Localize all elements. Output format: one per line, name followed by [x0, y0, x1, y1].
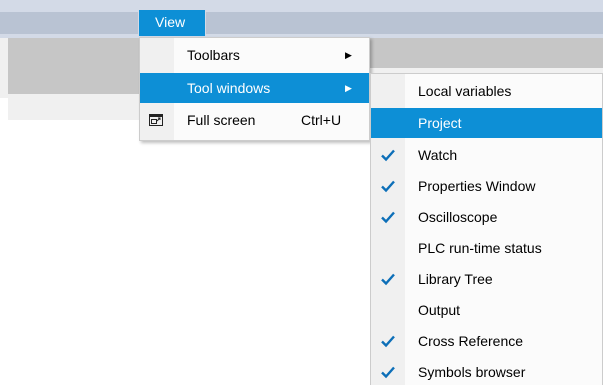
- menu-item-label: Tool windows: [187, 80, 271, 96]
- tool-windows-submenu: Local variables Project Watch Properties…: [370, 73, 603, 385]
- menu-item-toolbars[interactable]: Toolbars ▶: [140, 40, 369, 70]
- menu-bar-left-region: [0, 12, 138, 34]
- checkmark-icon: [381, 180, 395, 193]
- menu-item-full-screen[interactable]: Full screen Ctrl+U: [140, 105, 369, 135]
- checkmark-icon: [381, 211, 395, 224]
- menu-item-label: Output: [418, 302, 461, 318]
- menu-item-symbols-browser[interactable]: Symbols browser: [371, 357, 602, 387]
- menu-item-oscilloscope[interactable]: Oscilloscope: [371, 202, 602, 232]
- checkmark-icon: [381, 149, 395, 162]
- menu-item-output[interactable]: Output: [371, 295, 602, 325]
- menu-item-label: Properties Window: [418, 178, 536, 194]
- menu-item-plc-run-time-status[interactable]: PLC run-time status: [371, 233, 602, 263]
- menu-item-label: Full screen: [187, 112, 256, 128]
- menu-item-watch[interactable]: Watch: [371, 140, 602, 170]
- submenu-arrow-icon: ▶: [345, 49, 352, 60]
- menu-item-local-variables[interactable]: Local variables: [371, 76, 602, 106]
- toolbar-panel: [370, 38, 603, 68]
- menu-item-project[interactable]: Project: [371, 108, 602, 138]
- workspace-pane: [140, 98, 370, 385]
- menu-item-properties-window[interactable]: Properties Window: [371, 171, 602, 201]
- toolbar-panel: [8, 38, 140, 94]
- menu-item-cross-reference[interactable]: Cross Reference: [371, 326, 602, 356]
- menu-bar-right-region: [206, 12, 603, 34]
- menu-item-label: Local variables: [418, 83, 512, 99]
- view-menu-dropdown: Toolbars ▶ Tool windows ▶ Full screen Ct…: [139, 37, 370, 141]
- menu-item-label: Library Tree: [418, 271, 493, 287]
- menu-item-library-tree[interactable]: Library Tree: [371, 264, 602, 294]
- menu-bar: View: [0, 0, 603, 38]
- menu-item-shortcut: Ctrl+U: [301, 112, 342, 128]
- menu-item-label: Project: [418, 115, 462, 131]
- checkmark-icon: [381, 273, 395, 286]
- workspace-pane: [8, 120, 140, 385]
- menu-item-label: PLC run-time status: [418, 240, 542, 256]
- menu-view[interactable]: View: [139, 10, 205, 36]
- submenu-arrow-icon: ▶: [345, 82, 352, 93]
- menu-item-label: Oscilloscope: [418, 209, 498, 225]
- fullscreen-icon: [149, 114, 163, 126]
- menu-item-label: Watch: [418, 147, 458, 163]
- menu-item-label: Cross Reference: [418, 333, 524, 349]
- checkmark-icon: [381, 335, 395, 348]
- menu-item-label: Symbols browser: [418, 364, 526, 380]
- checkmark-icon: [381, 366, 395, 379]
- menu-item-tool-windows[interactable]: Tool windows ▶: [140, 73, 369, 103]
- menu-item-label: Toolbars: [187, 47, 240, 63]
